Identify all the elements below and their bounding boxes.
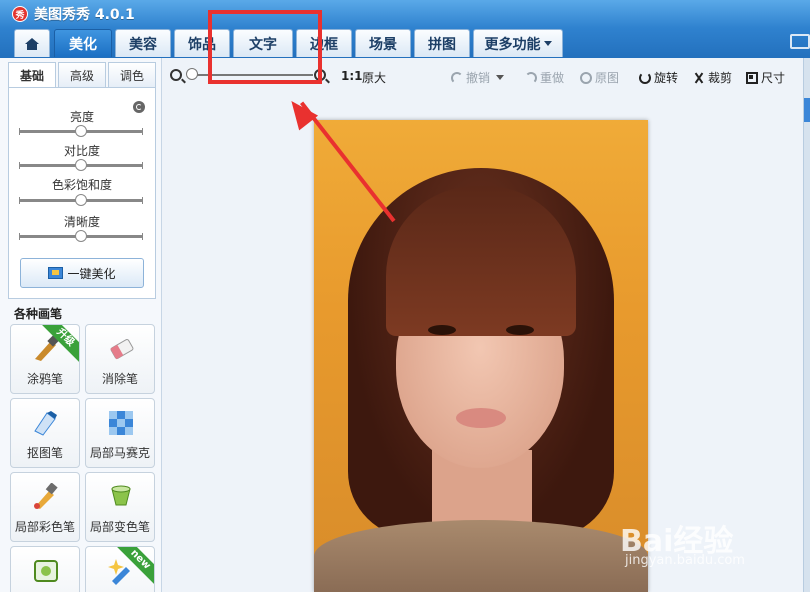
one-click-beautify-button[interactable]: 一键美化	[20, 258, 144, 288]
undo-button[interactable]: 撤销	[451, 69, 505, 86]
contrast-label: 对比度	[63, 144, 100, 158]
crop-button[interactable]: 裁剪	[693, 69, 732, 86]
folder-icon[interactable]	[790, 34, 810, 49]
adjust-subtabs: 基础 高级 调色	[8, 62, 156, 88]
redo-icon	[525, 71, 537, 84]
crop-label: 裁剪	[708, 71, 733, 85]
right-panel-edge[interactable]	[803, 58, 810, 592]
tool-magic-brush[interactable]: new	[85, 546, 155, 592]
tool-local-color-change[interactable]: 局部变色笔	[85, 472, 155, 542]
original-label: 原图	[595, 71, 620, 85]
size-icon	[746, 71, 758, 84]
chevron-down-icon[interactable]	[496, 75, 505, 80]
tool-eraser-label: 消除笔	[101, 372, 138, 386]
watermark-url: jingyan.baidu.com	[625, 553, 745, 568]
mosaic-icon	[109, 411, 133, 435]
undo-label: 撤销	[466, 71, 491, 85]
rotate-label: 旋转	[654, 71, 679, 85]
redo-label: 重做	[540, 71, 565, 85]
photo-sweater	[314, 520, 648, 592]
tool-local-color-pen[interactable]: 局部彩色笔	[10, 472, 80, 542]
photo-lips	[456, 408, 506, 428]
size-label: 尺寸	[761, 71, 786, 85]
portrait-photo	[314, 120, 648, 592]
zoom-out-icon[interactable]	[170, 69, 182, 81]
original-image-button[interactable]: 原图	[580, 69, 619, 86]
contrast-thumb[interactable]	[75, 159, 87, 171]
brushes-title: 各种画笔	[14, 307, 63, 321]
eraser-icon	[110, 339, 134, 360]
contrast-slider[interactable]	[19, 159, 143, 171]
saturation-thumb[interactable]	[75, 194, 87, 206]
annotation-highlight-box	[208, 10, 322, 84]
app-logo: 秀	[12, 6, 28, 22]
tab-beauty[interactable]: 美容	[115, 29, 171, 57]
sharpness-label: 清晰度	[63, 215, 100, 229]
subtab-basic[interactable]: 基础	[8, 62, 56, 88]
zoom-ratio[interactable]: 1:1	[341, 69, 363, 83]
subtab-advanced[interactable]: 高级	[58, 62, 106, 88]
tool-local-mosaic[interactable]: 局部马赛克	[85, 398, 155, 468]
tab-beautify[interactable]: 美化	[54, 29, 112, 57]
tool-frame-brush[interactable]	[10, 546, 80, 592]
zoom-thumb[interactable]	[186, 68, 198, 80]
adjust-box: 亮度 对比度 色彩饱和度 清晰度 一键美化	[8, 87, 156, 299]
photo-eye-left	[428, 325, 456, 335]
cutout-pen-icon	[34, 411, 57, 436]
redo-button[interactable]: 重做	[525, 69, 564, 86]
tab-more-features[interactable]: 更多功能	[473, 29, 563, 57]
right-panel-tab[interactable]	[804, 98, 810, 122]
home-icon	[25, 37, 39, 50]
saturation-label: 色彩饱和度	[51, 178, 112, 192]
beautify-icon	[48, 267, 64, 279]
undo-icon	[451, 71, 463, 84]
brightness-slider[interactable]	[19, 125, 143, 137]
main-tab-bar: 美化 美容 饰品 文字 边框 场景 拼图 更多功能	[0, 28, 810, 58]
app-title: 美图秀秀 4.0.1	[34, 7, 135, 23]
brightness-thumb[interactable]	[75, 125, 87, 137]
frame-brush-icon	[34, 560, 58, 582]
tab-more-label: 更多功能	[484, 36, 541, 53]
sharpness-thumb[interactable]	[75, 230, 87, 242]
sharpness-slider[interactable]	[19, 230, 143, 242]
original-icon	[580, 71, 592, 84]
tool-doodle-pen[interactable]: 升级 涂鸦笔	[10, 324, 80, 394]
tool-color-change-label: 局部变色笔	[89, 520, 150, 534]
tool-doodle-label: 涂鸦笔	[26, 372, 63, 386]
tab-collage[interactable]: 拼图	[414, 29, 470, 57]
chevron-down-icon	[543, 41, 552, 46]
brightness-label: 亮度	[69, 110, 94, 124]
tool-color-pen-label: 局部彩色笔	[14, 520, 75, 534]
subtab-color[interactable]: 调色	[108, 62, 156, 88]
tool-cutout-label: 抠图笔	[26, 446, 63, 460]
left-panel: 基础 高级 调色 亮度 对比度 色彩饱和度 清晰度 一键美化 各种画笔 升级 涂…	[0, 58, 162, 592]
tool-mosaic-label: 局部马赛克	[89, 446, 150, 460]
size-button[interactable]: 尺寸	[746, 69, 785, 86]
rotate-icon	[639, 71, 651, 84]
title-bar: 秀 美图秀秀 4.0.1	[0, 0, 810, 28]
photo-eye-right	[506, 325, 534, 335]
color-brush-icon	[34, 483, 58, 509]
color-change-icon	[111, 485, 131, 506]
home-tab[interactable]	[14, 29, 50, 57]
saturation-slider[interactable]	[19, 194, 143, 206]
rotate-button[interactable]: 旋转	[639, 69, 678, 86]
tab-scene[interactable]: 场景	[355, 29, 411, 57]
tool-cutout-pen[interactable]: 抠图笔	[10, 398, 80, 468]
original-size-button[interactable]: 原大	[362, 69, 386, 86]
crop-icon	[693, 72, 705, 84]
tool-eraser-pen[interactable]: 消除笔	[85, 324, 155, 394]
beautify-label: 一键美化	[67, 266, 116, 281]
